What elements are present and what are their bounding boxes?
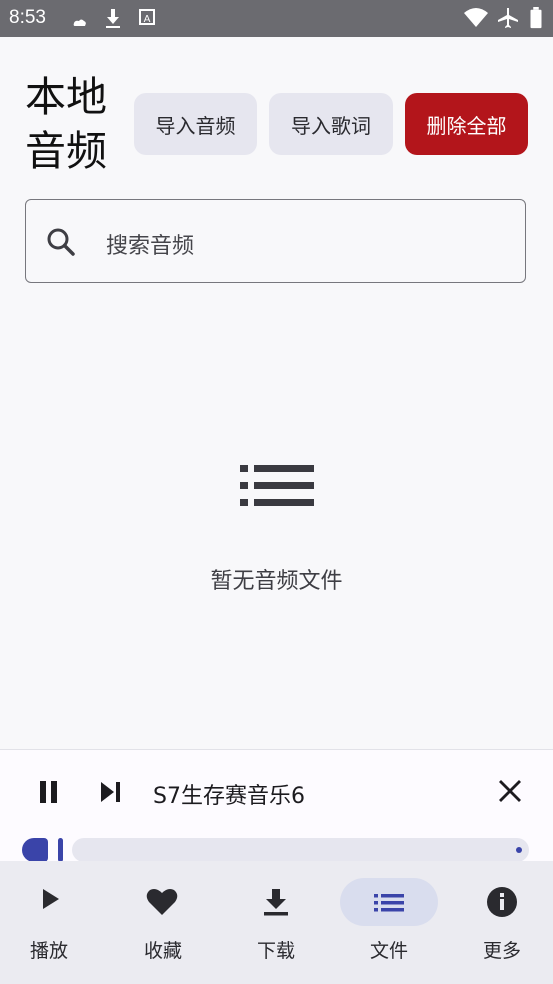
import-audio-label: 导入音频 [155,113,236,138]
nav-item-download[interactable]: 下载 [221,861,331,984]
nav-label: 下载 [256,940,295,962]
close-icon[interactable] [498,779,522,803]
pause-icon[interactable] [38,780,60,804]
nav-item-more[interactable]: 更多 [447,861,553,984]
progress-thumb[interactable] [58,838,63,862]
nav-label: 播放 [29,940,68,962]
empty-state-text: 暂无音频文件 [210,569,343,594]
wifi-icon [464,8,488,27]
search-placeholder: 搜索音频 [106,234,195,259]
search-input[interactable]: 搜索音频 [25,199,526,283]
delete-all-label: 删除全部 [426,113,507,138]
import-lyrics-label: 导入歌词 [291,113,371,138]
progress-fill [22,838,48,862]
search-icon [47,228,75,256]
airplane-mode-icon [498,8,518,28]
import-lyrics-button[interactable]: 导入歌词 [269,93,393,155]
battery-icon [530,7,542,29]
heart-icon [146,889,178,915]
nav-item-play[interactable]: 播放 [0,861,104,984]
text-notification-icon: A [139,9,155,25]
nav-item-files[interactable]: 文件 [334,861,444,984]
progress-end-dot [516,847,522,853]
info-icon [487,887,517,917]
mini-player: S7生存赛音乐6 [0,749,553,862]
download-icon [264,889,288,916]
download-notification-icon [106,9,120,28]
page-title: 本地音频 [25,73,107,175]
cloud-icon [73,19,86,26]
nav-item-favorites[interactable]: 收藏 [108,861,218,984]
svg-text:A: A [144,14,151,25]
play-icon [43,889,59,909]
bottom-navigation: 播放 收藏 下载 文件 更多 [0,861,553,984]
list-icon [240,465,314,506]
status-time: 8:53 [9,7,46,28]
nav-label: 收藏 [143,940,182,962]
skip-next-icon[interactable] [99,781,123,803]
nav-label: 文件 [369,940,408,962]
progress-track[interactable] [72,838,529,862]
track-title: S7生存赛音乐6 [153,784,305,809]
list-icon [374,894,404,912]
status-bar: 8:53 A [0,0,553,37]
import-audio-button[interactable]: 导入音频 [134,93,257,155]
nav-label: 更多 [482,940,521,962]
delete-all-button[interactable]: 删除全部 [405,93,528,155]
